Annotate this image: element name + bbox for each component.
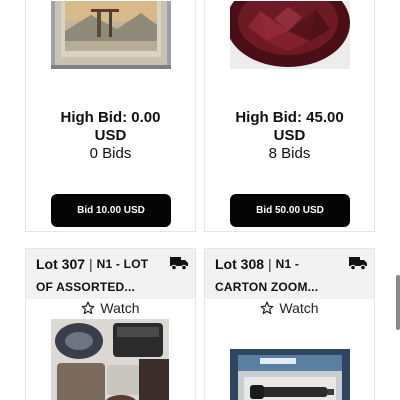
lot-description[interactable]: N1 - [276, 255, 299, 273]
lot-number[interactable]: Lot 308 [215, 255, 264, 273]
auction-card[interactable]: High Bid: 0.00 USD 0 Bids Bid 10.00 USD [25, 0, 196, 232]
scrollbar[interactable] [396, 275, 400, 330]
ruby-gemstone-photo[interactable] [230, 1, 350, 69]
lot-header[interactable]: Lot 308 | N1 - CARTON ZOOM... [205, 249, 374, 299]
lot-description[interactable]: N1 - LOT [97, 255, 149, 273]
bid-count: 8 Bids [268, 145, 311, 162]
lot-description-continued[interactable]: CARTON ZOOM... [215, 280, 365, 294]
bid-count: 0 Bids [89, 145, 132, 162]
high-bid-label: High Bid: 0.00 [60, 109, 161, 126]
lot-number[interactable]: Lot 307 [36, 255, 85, 273]
watch-button[interactable]: Watch [26, 299, 195, 317]
bid-info: High Bid: 45.00 USD 8 Bids [205, 109, 374, 163]
watch-label: Watch [100, 300, 140, 316]
flashlight-box-photo[interactable] [230, 349, 350, 400]
star-icon [261, 301, 274, 315]
lot-separator: | [268, 256, 272, 272]
lot-card[interactable]: Lot 307 | N1 - LOT OF ASSORTED... Watch [25, 248, 196, 400]
currency-label: USD [94, 127, 127, 144]
lot-separator: | [89, 256, 93, 272]
assorted-bags-photo[interactable] [51, 319, 169, 400]
high-bid-label: High Bid: 45.00 [235, 109, 344, 126]
bid-button[interactable]: Bid 10.00 USD [51, 194, 171, 227]
star-icon [82, 301, 95, 315]
framed-painting-photo[interactable] [51, 1, 171, 69]
lot-header[interactable]: Lot 307 | N1 - LOT OF ASSORTED... [26, 249, 195, 299]
delivery-truck-icon [349, 257, 367, 270]
bid-button[interactable]: Bid 50.00 USD [230, 194, 350, 227]
lot-description-continued[interactable]: OF ASSORTED... [36, 280, 186, 294]
watch-label: Watch [279, 300, 319, 316]
currency-label: USD [273, 127, 306, 144]
lot-card[interactable]: Lot 308 | N1 - CARTON ZOOM... Watch [204, 248, 375, 400]
bid-info: High Bid: 0.00 USD 0 Bids [26, 109, 195, 163]
watch-button[interactable]: Watch [205, 299, 374, 317]
auction-card[interactable]: High Bid: 45.00 USD 8 Bids Bid 50.00 USD [204, 0, 375, 232]
delivery-truck-icon [170, 257, 188, 270]
